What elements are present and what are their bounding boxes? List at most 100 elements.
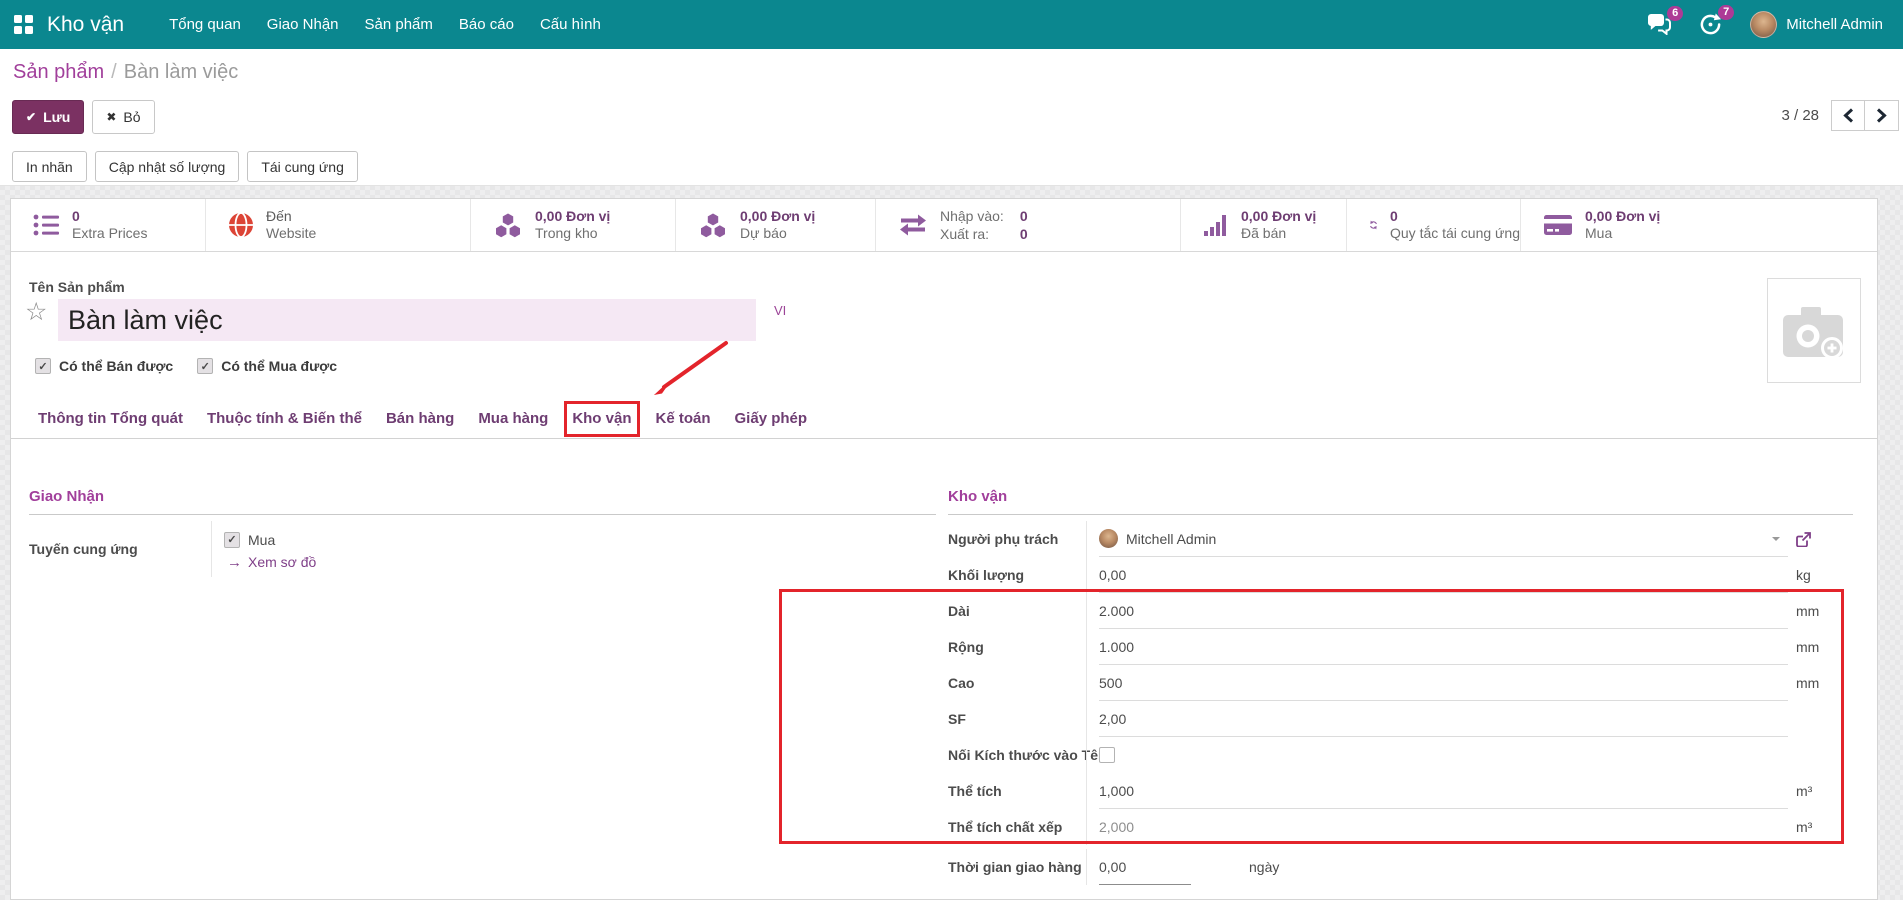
weight-input[interactable]: 0,00: [1099, 557, 1788, 593]
sf-input[interactable]: 2,00: [1099, 701, 1788, 737]
replenish-button[interactable]: Tái cung ứng: [247, 151, 358, 182]
product-image-placeholder[interactable]: [1767, 278, 1861, 383]
can-be-sold-checkbox[interactable]: Có thể Bán được: [35, 358, 173, 374]
weight-label: Khối lượng: [948, 557, 1086, 593]
responsible-input[interactable]: Mitchell Admin: [1099, 521, 1788, 557]
user-menu[interactable]: Mitchell Admin: [1750, 11, 1883, 38]
width-input[interactable]: 1.000: [1099, 629, 1788, 665]
route-buy-option[interactable]: Mua: [224, 532, 275, 548]
checkbox-unchecked-icon[interactable]: [1099, 747, 1115, 763]
field-routes: Tuyến cung ứng Mua → Xem sơ đồ: [29, 521, 936, 577]
globe-icon: [228, 212, 254, 238]
stat-go-to-website[interactable]: ĐếnWebsite: [206, 199, 471, 251]
app-name[interactable]: Kho vận: [47, 13, 124, 37]
tab-purchase[interactable]: Mua hàng: [466, 399, 560, 438]
field-stowage-volume: Thể tích chất xếp 2,000 m³: [948, 809, 1853, 845]
apps-menu-icon[interactable]: [14, 15, 33, 34]
checkbox-checked-icon[interactable]: [197, 358, 213, 374]
nav-item-products[interactable]: Sản phẩm: [352, 0, 446, 49]
view-diagram-link[interactable]: → Xem sơ đồ: [227, 554, 316, 571]
discard-button[interactable]: ✖ Bỏ: [92, 100, 154, 134]
width-value: 1.000: [1099, 639, 1134, 655]
arrow-right-icon: →: [227, 554, 242, 571]
stat-label: Dự báo: [740, 225, 815, 242]
check-icon: ✔: [26, 110, 36, 124]
section-logistics: Kho vận Người phụ trách Mitchell Admin K…: [948, 489, 1853, 885]
pager-next-button[interactable]: [1865, 100, 1899, 131]
checkbox-checked-icon[interactable]: [224, 532, 240, 548]
stat-label: Mua: [1585, 225, 1660, 242]
tab-sales[interactable]: Bán hàng: [374, 399, 466, 438]
width-unit: mm: [1788, 639, 1853, 655]
update-quantity-button[interactable]: Cập nhật số lượng: [95, 151, 240, 182]
stowage-volume-label: Thể tích chất xếp: [948, 809, 1086, 845]
route-buy-label: Mua: [248, 532, 275, 548]
nav-item-overview[interactable]: Tổng quan: [156, 0, 254, 49]
user-name: Mitchell Admin: [1786, 16, 1883, 33]
height-value: 500: [1099, 675, 1122, 691]
translation-badge[interactable]: VI: [774, 303, 786, 318]
user-avatar: [1750, 11, 1777, 38]
activities-icon[interactable]: 7: [1699, 13, 1722, 36]
stat-value: 0: [1390, 208, 1520, 225]
caret-down-icon[interactable]: [1772, 537, 1780, 545]
stat-extra-prices[interactable]: 0Extra Prices: [11, 199, 206, 251]
field-width: Rộng 1.000 mm: [948, 629, 1853, 665]
tab-general-information[interactable]: Thông tin Tổng quát: [26, 399, 195, 438]
height-input[interactable]: 500: [1099, 665, 1788, 701]
x-icon: ✖: [106, 110, 116, 124]
checkbox-checked-icon[interactable]: [35, 358, 51, 374]
can-be-purchased-checkbox[interactable]: Có thể Mua được: [197, 358, 337, 374]
stat-value: Đến: [266, 208, 316, 225]
systray: 6 7 Mitchell Admin: [1646, 11, 1889, 38]
out-value: 0: [1020, 226, 1028, 243]
nav-item-configuration[interactable]: Cấu hình: [527, 0, 614, 49]
stat-reordering-rules[interactable]: 0Quy tắc tái cung ứng: [1347, 199, 1521, 251]
stat-forecasted[interactable]: 0,00 Đơn vịDự báo: [676, 199, 876, 251]
length-input[interactable]: 2.000: [1099, 593, 1788, 629]
in-label: Nhập vào:: [940, 208, 1004, 225]
breadcrumb: Sản phẩm/Bàn làm việc: [13, 61, 238, 84]
lead-time-input[interactable]: 0,00: [1099, 849, 1191, 885]
favorite-star-icon[interactable]: ☆: [25, 300, 47, 325]
field-length: Dài 2.000 mm: [948, 593, 1853, 629]
stat-purchased[interactable]: 0,00 Đơn vịMua: [1521, 199, 1877, 251]
volume-unit: m³: [1788, 783, 1853, 799]
notebook-tabs: Thông tin Tổng quát Thuộc tính & Biến th…: [11, 399, 1877, 439]
weight-unit: kg: [1788, 567, 1853, 583]
tab-attributes-variants[interactable]: Thuộc tính & Biến thể: [195, 399, 374, 438]
responsible-avatar: [1099, 529, 1118, 548]
save-button[interactable]: ✔ Lưu: [12, 100, 84, 134]
breadcrumb-products-link[interactable]: Sản phẩm: [13, 61, 104, 83]
length-value: 2.000: [1099, 603, 1134, 619]
tab-inventory[interactable]: Kho vận: [560, 399, 643, 438]
nav-item-reporting[interactable]: Báo cáo: [446, 0, 527, 49]
stat-on-hand[interactable]: 0,00 Đơn vịTrong kho: [471, 199, 676, 251]
pager-previous-button[interactable]: [1831, 100, 1865, 131]
volume-input[interactable]: 1,000: [1099, 773, 1788, 809]
nav-item-operations[interactable]: Giao Nhận: [254, 0, 352, 49]
cubes-icon: [698, 212, 728, 239]
print-labels-button[interactable]: In nhãn: [12, 151, 87, 182]
internal-link-button[interactable]: [1788, 532, 1853, 547]
stat-value: 0,00 Đơn vị: [740, 208, 815, 225]
weight-value: 0,00: [1099, 567, 1126, 583]
camera-plus-icon: [1781, 303, 1847, 359]
sf-value: 2,00: [1099, 711, 1126, 727]
external-link-icon: [1796, 532, 1811, 547]
field-append-dimensions: Nối Kích thước vào Tên: [948, 737, 1853, 773]
field-weight: Khối lượng 0,00 kg: [948, 557, 1853, 593]
tab-licenses[interactable]: Giấy phép: [723, 399, 820, 438]
can-be-purchased-label: Có thể Mua được: [221, 358, 337, 374]
product-name-input[interactable]: Bàn làm việc: [58, 299, 756, 341]
lead-time-label: Thời gian giao hàng: [948, 849, 1086, 885]
routes-label: Tuyến cung ứng: [29, 521, 211, 577]
stat-label: Trong kho: [535, 225, 610, 242]
stat-in-out[interactable]: Nhập vào:0 Xuất ra:0: [876, 199, 1181, 251]
stat-sold[interactable]: 0,00 Đơn vịĐã bán: [1181, 199, 1347, 251]
length-unit: mm: [1788, 603, 1853, 619]
messages-icon[interactable]: 6: [1646, 14, 1671, 35]
tab-accounting[interactable]: Kế toán: [644, 399, 723, 438]
stat-value: 0,00 Đơn vị: [535, 208, 610, 225]
length-label: Dài: [948, 593, 1086, 629]
